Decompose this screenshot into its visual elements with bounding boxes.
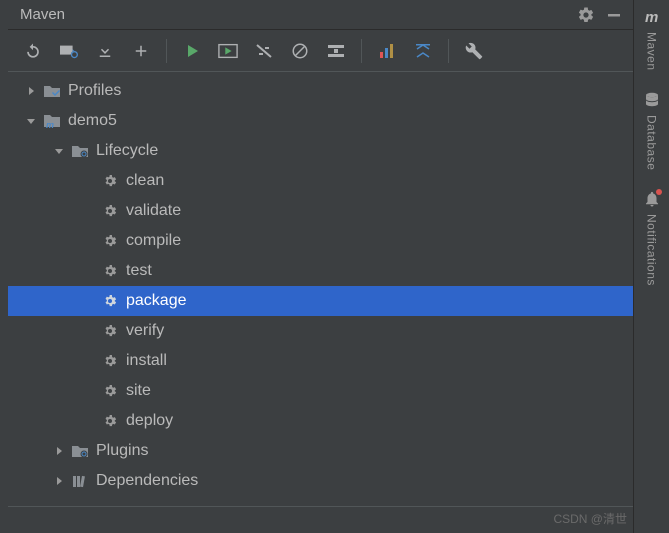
tree-label: verify [126, 322, 164, 340]
tree-node-goal-test[interactable]: test [8, 256, 633, 286]
side-tab-notifications[interactable]: Notifications [634, 182, 669, 298]
svg-text:m: m [645, 9, 658, 26]
add-icon[interactable] [124, 34, 158, 68]
generate-sources-icon[interactable] [52, 34, 86, 68]
analyze-deps-icon[interactable] [370, 34, 404, 68]
tree-label: Profiles [68, 82, 121, 100]
tree-label: Plugins [96, 442, 148, 460]
side-tab-label: Maven [645, 32, 659, 71]
gear-icon [100, 411, 120, 431]
tree-node-goal-validate[interactable]: validate [8, 196, 633, 226]
chevron-right-icon [22, 82, 40, 100]
side-tab-maven[interactable]: m Maven [634, 0, 669, 83]
tree-label: test [126, 262, 152, 280]
run-config-icon[interactable] [211, 34, 245, 68]
maven-icon: m [643, 8, 661, 26]
skip-tests-icon[interactable] [283, 34, 317, 68]
reload-icon[interactable] [16, 34, 50, 68]
toggle-offline-icon[interactable] [247, 34, 281, 68]
watermark: CSDN @清世 [553, 510, 627, 527]
collapse-all-icon[interactable] [406, 34, 440, 68]
settings-icon[interactable] [457, 34, 491, 68]
tree-label: site [126, 382, 151, 400]
toolbar-separator [361, 39, 362, 63]
run-icon[interactable] [175, 34, 209, 68]
gear-icon[interactable] [575, 4, 597, 26]
database-icon [643, 91, 661, 109]
folder-check-icon [42, 81, 62, 101]
chevron-right-icon [50, 442, 68, 460]
tree-label: demo5 [68, 112, 117, 130]
gear-icon [100, 231, 120, 251]
download-icon[interactable] [88, 34, 122, 68]
tree-node-goal-deploy[interactable]: deploy [8, 406, 633, 436]
tree-node-goal-install[interactable]: install [8, 346, 633, 376]
gear-icon [100, 261, 120, 281]
gear-icon [100, 171, 120, 191]
maven-tree[interactable]: Profiles m demo5 Lifecycle clean validat… [8, 72, 633, 533]
side-tab-database[interactable]: Database [634, 83, 669, 182]
tree-label: Dependencies [96, 472, 198, 490]
show-deps-icon[interactable] [319, 34, 353, 68]
svg-text:m: m [46, 120, 54, 129]
tree-node-plugins[interactable]: Plugins [8, 436, 633, 466]
chevron-down-icon [22, 112, 40, 130]
side-tab-label: Database [645, 115, 659, 170]
tree-node-project[interactable]: m demo5 [8, 106, 633, 136]
toolbar [8, 30, 633, 72]
folder-gear-icon [70, 441, 90, 461]
gear-icon [100, 291, 120, 311]
panel-title-bar: Maven [8, 0, 633, 30]
right-tool-strip: m Maven Database Notifications [633, 0, 669, 533]
gear-icon [100, 351, 120, 371]
left-gutter [0, 0, 8, 533]
tree-label: install [126, 352, 167, 370]
maven-module-icon: m [42, 111, 62, 131]
gear-icon [100, 201, 120, 221]
tree-label: validate [126, 202, 181, 220]
bell-icon [643, 190, 661, 208]
tree-node-goal-verify[interactable]: verify [8, 316, 633, 346]
tree-node-lifecycle[interactable]: Lifecycle [8, 136, 633, 166]
chevron-down-icon [50, 142, 68, 160]
divider [8, 506, 633, 507]
toolbar-separator [448, 39, 449, 63]
tree-label: package [126, 292, 187, 310]
folder-gear-icon [70, 141, 90, 161]
tree-node-goal-site[interactable]: site [8, 376, 633, 406]
chevron-right-icon [50, 472, 68, 490]
tree-node-goal-package[interactable]: package [8, 286, 633, 316]
tree-label: clean [126, 172, 164, 190]
toolbar-separator [166, 39, 167, 63]
gear-icon [100, 381, 120, 401]
tree-label: compile [126, 232, 181, 250]
tree-label: Lifecycle [96, 142, 158, 160]
tree-label: deploy [126, 412, 173, 430]
panel-title: Maven [20, 6, 65, 23]
tree-node-goal-clean[interactable]: clean [8, 166, 633, 196]
tree-node-goal-compile[interactable]: compile [8, 226, 633, 256]
tree-node-dependencies[interactable]: Dependencies [8, 466, 633, 496]
tree-node-profiles[interactable]: Profiles [8, 76, 633, 106]
side-tab-label: Notifications [645, 214, 659, 286]
gear-icon [100, 321, 120, 341]
library-icon [70, 471, 90, 491]
minimize-icon[interactable] [603, 4, 625, 26]
